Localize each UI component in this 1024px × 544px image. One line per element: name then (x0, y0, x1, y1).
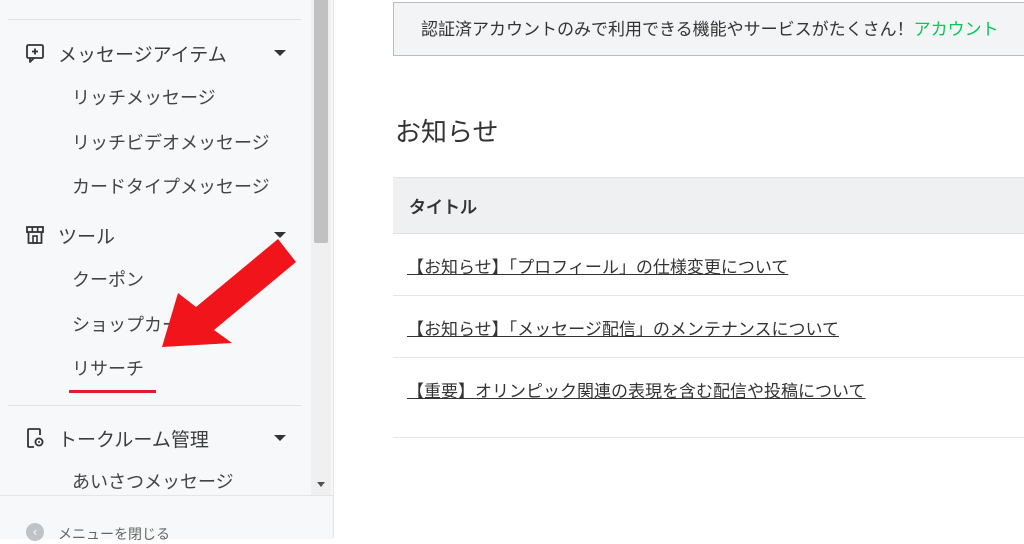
notice-link[interactable]: 【お知らせ】「メッセージ配信」のメンテナンスについて (407, 315, 839, 340)
table-header: タイトル (393, 177, 1024, 234)
section-label: メッセージアイテム (58, 43, 227, 66)
section-message-items[interactable]: メッセージアイテム (0, 33, 311, 73)
table-row: 【重要】オリンピック関連の表現を含む配信や投稿について (393, 357, 1024, 438)
scroll-down-arrow-icon[interactable] (317, 482, 325, 487)
sidebar-item-rich-message[interactable]: リッチメッセージ (72, 84, 216, 114)
sidebar-item-greeting-message[interactable]: あいさつメッセージ (72, 468, 234, 495)
chevron-down-icon (274, 435, 286, 441)
divider (8, 405, 301, 406)
section-label: トークルーム管理 (58, 428, 209, 451)
scrollbar-thumb[interactable] (314, 0, 328, 243)
close-menu-button[interactable]: ‹ メニューを閉じる (0, 495, 333, 543)
sidebar-item-rich-video-message[interactable]: リッチビデオメッセージ (72, 129, 270, 159)
chat-settings-icon (24, 427, 46, 449)
sidebar-item-coupon[interactable]: クーポン (72, 266, 144, 296)
section-label: ツール (58, 225, 116, 248)
verified-account-banner: 認証済アカウントのみで利用できる機能やサービスがたくさん！アカウント (393, 2, 1024, 56)
chevron-down-icon (274, 50, 286, 56)
sidebar-item-research[interactable]: リサーチ (72, 355, 144, 385)
close-menu-label: メニューを閉じる (58, 527, 170, 543)
notice-link[interactable]: 【重要】オリンピック関連の表現を含む配信や投稿について (407, 377, 866, 402)
sidebar-item-card-type-message[interactable]: カードタイプメッセージ (72, 173, 270, 203)
page-title: お知らせ (395, 118, 499, 148)
highlight-underline (69, 390, 156, 393)
section-talk-room[interactable]: トークルーム管理 (0, 418, 311, 458)
shop-icon (24, 224, 46, 246)
divider (8, 19, 301, 20)
message-plus-icon (24, 42, 46, 64)
table-row: 【お知らせ】「プロフィール」の仕様変更について (393, 233, 1024, 296)
chevron-left-icon: ‹ (26, 523, 44, 541)
banner-text: 認証済アカウントのみで利用できる機能やサービスがたくさん！ (421, 20, 914, 40)
banner-link[interactable]: アカウント (914, 20, 999, 40)
table-row: 【お知らせ】「メッセージ配信」のメンテナンスについて (393, 295, 1024, 358)
sidebar-scrollbar[interactable] (311, 0, 331, 495)
notice-link[interactable]: 【お知らせ】「プロフィール」の仕様変更について (407, 253, 788, 278)
column-header-title: タイトル (409, 198, 477, 218)
red-arrow-annotation (162, 239, 296, 347)
